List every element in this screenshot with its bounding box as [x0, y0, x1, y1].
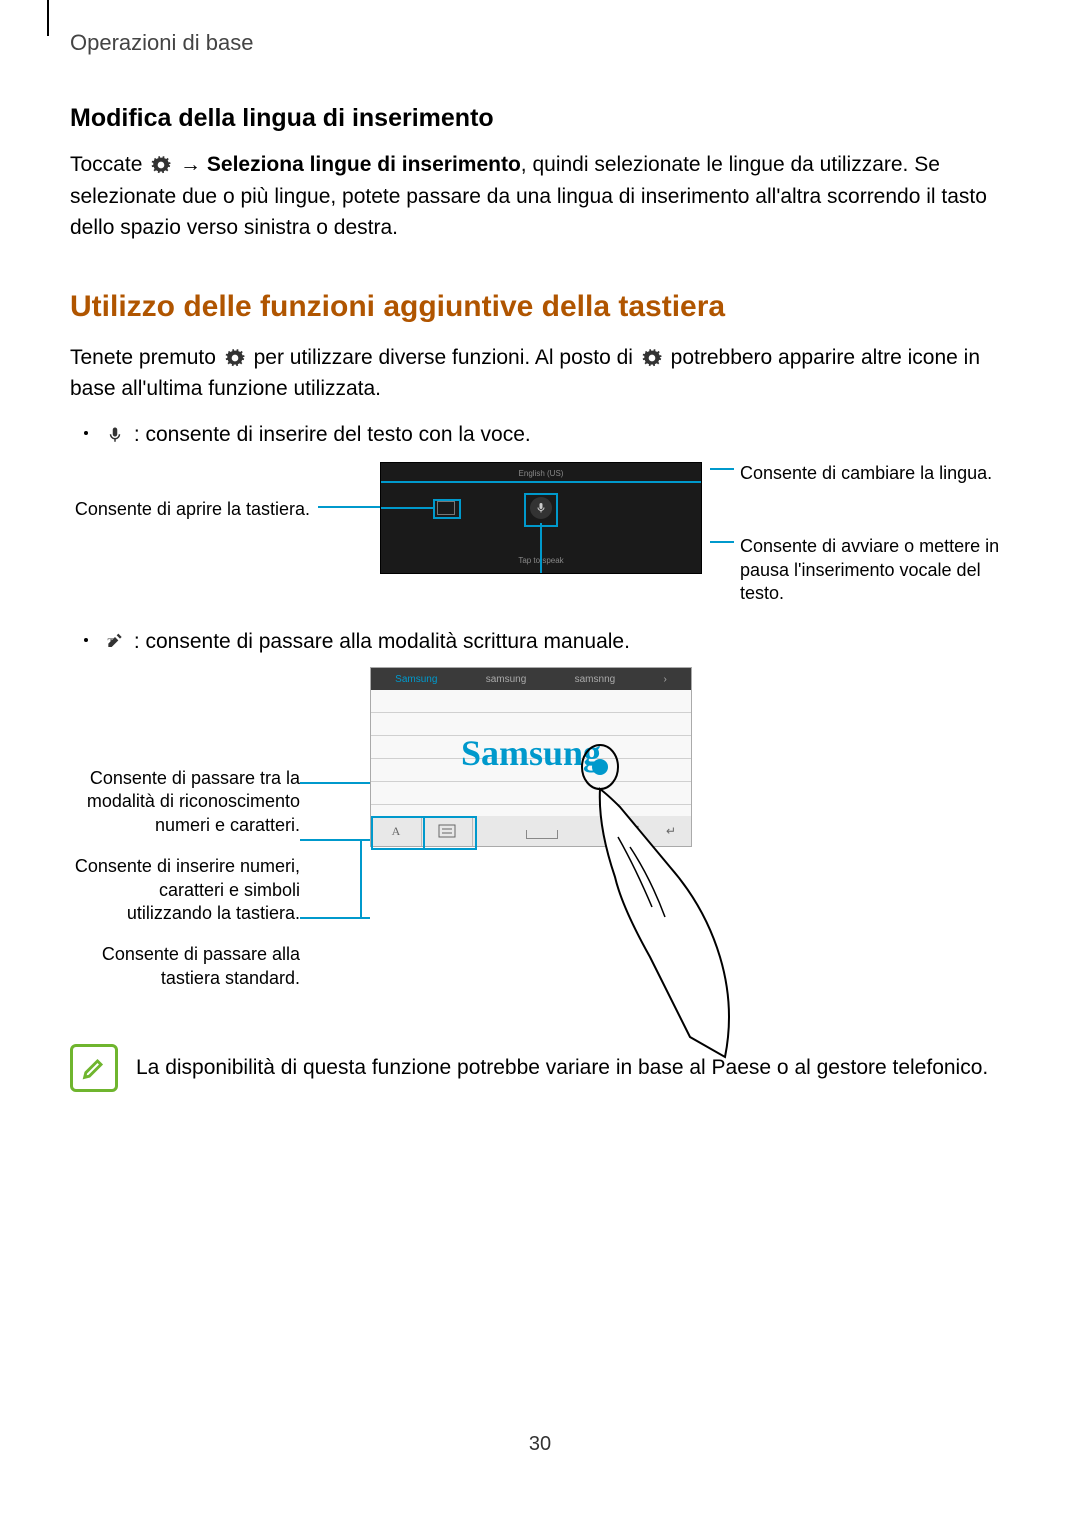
page-header-breadcrumb: Operazioni di base [70, 30, 1010, 56]
callout-connector [300, 782, 370, 784]
callout-connector [381, 507, 433, 509]
keyboard-bottom-row: A ⌫ ↵ [371, 816, 691, 846]
suggestion-item: samsung [486, 674, 527, 685]
keyboard-switch-button [422, 816, 473, 846]
gear-icon [150, 154, 172, 176]
bullet-voice-input: : consente di inserire del testo con la … [84, 419, 1010, 451]
voice-input-panel: English (US) Tap to speak [380, 462, 702, 574]
chevron-right-icon: › [664, 674, 667, 685]
handwriting-pad: Samsung [371, 690, 691, 816]
tap-to-speak-label: Tap to speak [518, 556, 563, 565]
figure-voice-input: Consente di aprire la tastiera. English … [70, 462, 1010, 606]
microphone-icon [104, 424, 126, 446]
callout-recognition-mode: Consente di passare tra la modalità di r… [70, 767, 300, 837]
handwriting-icon: T [104, 631, 126, 653]
bullet-text: : consente di inserire del testo con la … [128, 423, 531, 446]
callout-keyboard-symbols: Consente di inserire numeri, caratteri e… [70, 855, 300, 925]
svg-text:T: T [108, 636, 115, 649]
bullet-dot [84, 431, 88, 435]
handwritten-text: Samsung [461, 732, 601, 774]
bullet-handwriting: T : consente di passare alla modalità sc… [84, 626, 1010, 658]
microphone-highlight [524, 493, 558, 527]
mode-toggle-label: A [392, 824, 401, 839]
callout-start-pause-voice: Consente di avviare o mettere in pausa l… [740, 535, 1000, 605]
callout-change-language: Consente di cambiare la lingua. [740, 462, 992, 485]
note-pen-icon [70, 1044, 118, 1092]
gear-icon [224, 347, 246, 369]
gear-icon [641, 347, 663, 369]
section-title-input-language: Modifica della lingua di inserimento [70, 104, 1010, 133]
text-fragment: Toccate [70, 153, 148, 176]
callout-open-keyboard: Consente di aprire la tastiera. [70, 462, 318, 521]
callout-standard-keyboard: Consente di passare alla tastiera standa… [70, 943, 300, 990]
note-box: La disponibilità di questa funzione potr… [70, 1044, 1010, 1092]
callout-connector [540, 523, 542, 573]
section1-paragraph: Toccate → Seleziona lingue di inseriment… [70, 149, 1010, 244]
suggestion-bar: Samsung samsung samsnng › [371, 668, 691, 690]
section2-paragraph: Tenete premuto per utilizzare diverse fu… [70, 342, 1010, 405]
space-button [473, 816, 611, 846]
bullet-dot [84, 638, 88, 642]
language-highlight [381, 481, 701, 483]
callout-connector [710, 468, 734, 470]
callout-connector [360, 839, 362, 919]
suggestion-item: samsnng [575, 674, 616, 685]
bullet-text: : consente di passare alla modalità scri… [128, 630, 630, 653]
text-fragment: → [174, 153, 207, 176]
language-indicator: English (US) [519, 469, 564, 478]
backspace-button: ⌫ [611, 816, 651, 846]
page-number: 30 [529, 1433, 551, 1456]
callout-connector [318, 506, 380, 508]
mode-toggle-button: A [371, 816, 422, 846]
suggestion-item: Samsung [395, 674, 437, 685]
page-corner-decoration [47, 0, 49, 36]
figure-handwriting: Consente di passare tra la modalità di r… [70, 667, 1010, 1008]
text-fragment: Tenete premuto [70, 346, 222, 369]
note-text: La disponibilità di questa funzione potr… [136, 1052, 988, 1084]
bold-command-label: Seleziona lingue di inserimento [207, 153, 521, 176]
handwriting-panel: Samsung samsung samsnng › Samsung A ⌫ ↵ [370, 667, 692, 847]
keyboard-highlight [433, 499, 461, 519]
enter-button: ↵ [651, 816, 691, 846]
callout-connector [710, 541, 734, 543]
section-title-keyboard-extras: Utilizzo delle funzioni aggiuntive della… [70, 290, 1010, 324]
text-fragment: per utilizzare diverse funzioni. Al post… [248, 346, 639, 369]
